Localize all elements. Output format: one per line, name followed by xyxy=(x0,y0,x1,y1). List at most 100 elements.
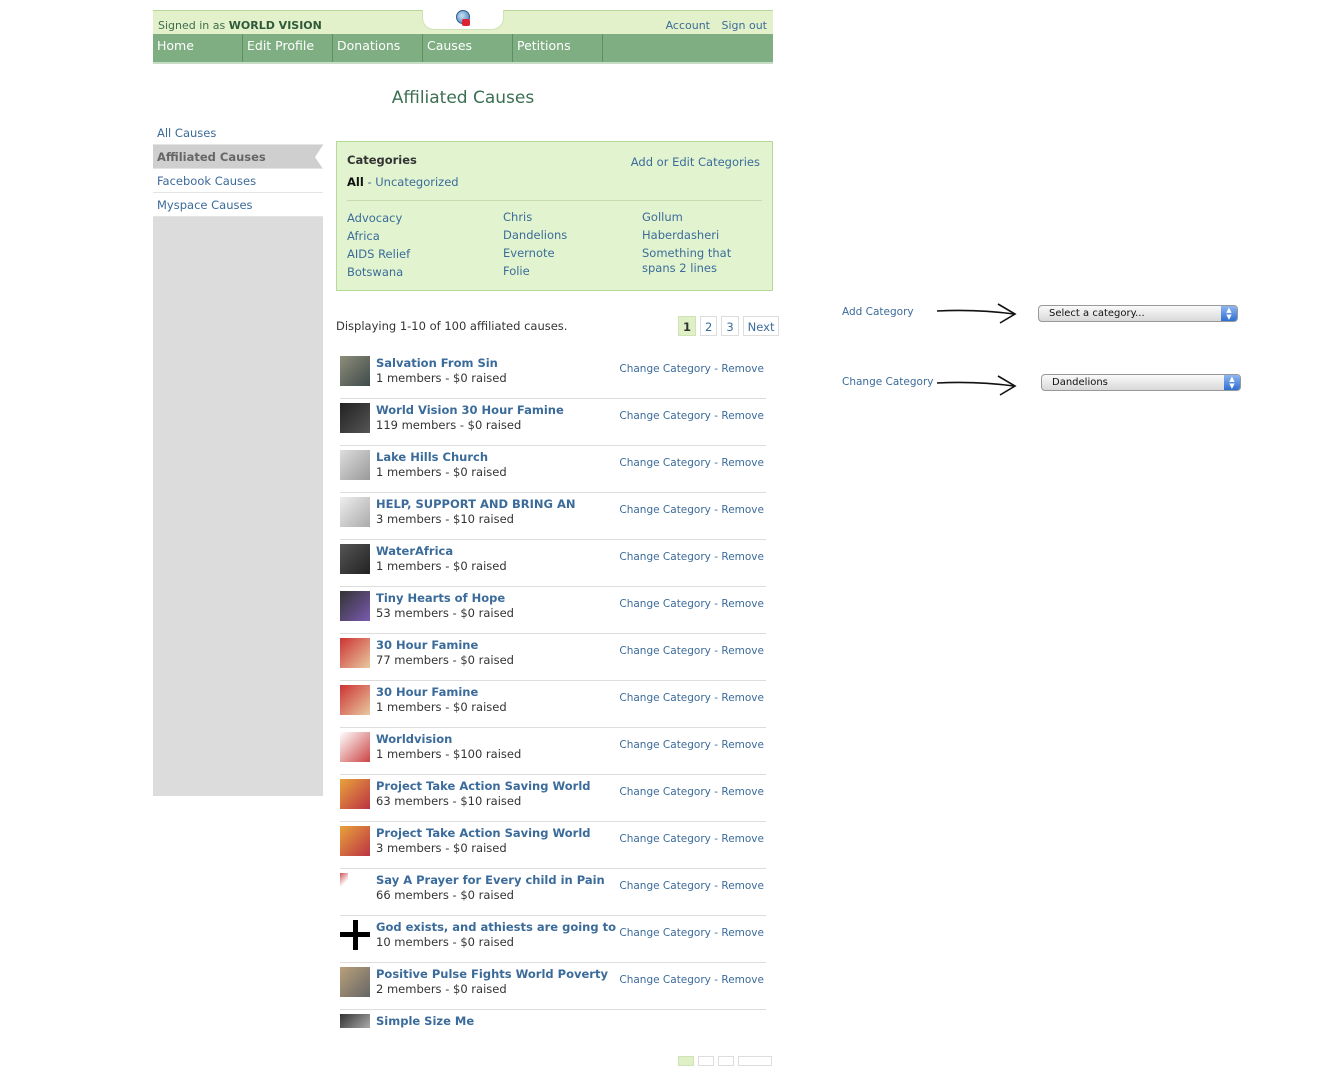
category-link[interactable]: Haberdasheri xyxy=(642,228,767,246)
change-category-link[interactable]: Change Category xyxy=(619,927,711,939)
cause-title-link[interactable]: Simple Size Me xyxy=(376,1014,474,1028)
page-3[interactable]: 3 xyxy=(721,316,739,336)
cause-title-link[interactable]: HELP, SUPPORT AND BRING AN xyxy=(376,497,576,511)
remove-link[interactable]: Remove xyxy=(721,504,764,516)
category-link[interactable]: Botswana xyxy=(347,265,410,283)
remove-link[interactable]: Remove xyxy=(721,927,764,939)
change-category-link[interactable]: Change Category xyxy=(619,410,711,422)
cause-title-link[interactable]: WaterAfrica xyxy=(376,544,453,558)
page-2-bottom[interactable] xyxy=(698,1056,714,1066)
remove-link[interactable]: Remove xyxy=(721,739,764,751)
remove-link[interactable]: Remove xyxy=(721,410,764,422)
category-link[interactable]: Africa xyxy=(347,229,410,247)
category-link[interactable]: Gollum xyxy=(642,210,767,228)
change-category-link[interactable]: Change Category xyxy=(619,692,711,704)
cause-title-link[interactable]: Tiny Hearts of Hope xyxy=(376,591,505,605)
separator: - xyxy=(710,551,722,563)
change-category-select[interactable]: Dandelions ▲ ▼ xyxy=(1041,374,1241,391)
remove-link[interactable]: Remove xyxy=(721,833,764,845)
sidebar-item-affiliated-causes[interactable]: Affiliated Causes xyxy=(153,145,323,169)
category-all[interactable]: All xyxy=(347,175,364,189)
list-item: Say A Prayer for Every child in Pain 66 m… xyxy=(340,869,766,916)
sidebar-item-all-causes[interactable]: All Causes xyxy=(153,121,323,145)
nav-donations[interactable]: Donations xyxy=(333,34,423,62)
remove-link[interactable]: Remove xyxy=(721,598,764,610)
category-uncategorized[interactable]: - Uncategorized xyxy=(367,175,458,189)
cause-title-link[interactable]: Lake Hills Church xyxy=(376,450,488,464)
cause-thumbnail[interactable] xyxy=(340,920,370,950)
change-category-link[interactable]: Change Category xyxy=(619,739,711,751)
remove-link[interactable]: Remove xyxy=(721,974,764,986)
add-edit-categories-link[interactable]: Add or Edit Categories xyxy=(631,155,760,169)
cause-title-link[interactable]: Say A Prayer for Every child in Pain xyxy=(376,873,605,887)
remove-link[interactable]: Remove xyxy=(721,786,764,798)
page-1-bottom[interactable] xyxy=(678,1056,694,1066)
cause-thumbnail[interactable] xyxy=(340,450,370,480)
page-2[interactable]: 2 xyxy=(700,316,718,336)
page-next-bottom[interactable] xyxy=(738,1056,772,1066)
signed-in-prefix: Signed in as xyxy=(158,19,226,32)
cause-thumbnail[interactable] xyxy=(340,638,370,668)
separator: - xyxy=(710,786,722,798)
cause-thumbnail[interactable] xyxy=(340,1014,370,1028)
nav-home[interactable]: Home xyxy=(153,34,243,62)
nav-petitions[interactable]: Petitions xyxy=(513,34,603,62)
separator: - xyxy=(710,504,722,516)
cause-thumbnail[interactable] xyxy=(340,826,370,856)
remove-link[interactable]: Remove xyxy=(721,692,764,704)
change-category-link[interactable]: Change Category xyxy=(619,598,711,610)
sidebar-item-facebook-causes[interactable]: Facebook Causes xyxy=(153,169,323,193)
category-link[interactable]: Folie xyxy=(503,264,567,282)
category-link[interactable]: Something that spans 2 lines xyxy=(642,246,767,276)
change-category-link[interactable]: Change Category xyxy=(619,880,711,892)
change-category-link[interactable]: Change Category xyxy=(619,833,711,845)
cause-thumbnail[interactable] xyxy=(340,779,370,809)
cause-title-link[interactable]: Project Take Action Saving World xyxy=(376,826,591,840)
page-next[interactable]: Next xyxy=(742,316,780,336)
cause-title-link[interactable]: Positive Pulse Fights World Poverty xyxy=(376,967,608,981)
category-link[interactable]: Evernote xyxy=(503,246,567,264)
signed-in-text: Signed in as WORLD VISION xyxy=(158,19,322,32)
cause-title-link[interactable]: Worldvision xyxy=(376,732,452,746)
cause-thumbnail[interactable] xyxy=(340,967,370,997)
cause-thumbnail[interactable] xyxy=(340,591,370,621)
cause-title-link[interactable]: Project Take Action Saving World xyxy=(376,779,591,793)
remove-link[interactable]: Remove xyxy=(721,363,764,375)
cause-title-link[interactable]: Salvation From Sin xyxy=(376,356,498,370)
remove-link[interactable]: Remove xyxy=(721,645,764,657)
cause-thumbnail[interactable] xyxy=(340,873,348,903)
cause-title-link[interactable]: God exists, and athiests are going to xyxy=(376,920,616,934)
change-category-link[interactable]: Change Category xyxy=(619,551,711,563)
change-category-link[interactable]: Change Category xyxy=(619,363,711,375)
nav-causes[interactable]: Causes xyxy=(423,34,513,62)
change-category-link[interactable]: Change Category xyxy=(619,786,711,798)
change-category-link[interactable]: Change Category xyxy=(619,974,711,986)
category-link[interactable]: Chris xyxy=(503,210,567,228)
add-category-select[interactable]: Select a category... ▲ ▼ xyxy=(1038,305,1238,322)
sign-out-link[interactable]: Sign out xyxy=(721,19,767,32)
page-1[interactable]: 1 xyxy=(678,316,697,336)
sidebar-item-myspace-causes[interactable]: Myspace Causes xyxy=(153,193,323,217)
page-3-bottom[interactable] xyxy=(718,1056,734,1066)
change-category-link[interactable]: Change Category xyxy=(619,645,711,657)
change-category-link[interactable]: Change Category xyxy=(619,504,711,516)
cause-title-link[interactable]: 30 Hour Famine xyxy=(376,685,478,699)
category-link[interactable]: Dandelions xyxy=(503,228,567,246)
cause-thumbnail[interactable] xyxy=(340,685,370,715)
separator: - xyxy=(710,598,722,610)
change-category-link[interactable]: Change Category xyxy=(619,457,711,469)
category-link[interactable]: AIDS Relief xyxy=(347,247,410,265)
remove-link[interactable]: Remove xyxy=(721,880,764,892)
cause-thumbnail[interactable] xyxy=(340,732,370,762)
cause-title-link[interactable]: 30 Hour Famine xyxy=(376,638,478,652)
cause-thumbnail[interactable] xyxy=(340,403,370,433)
cause-title-link[interactable]: World Vision 30 Hour Famine xyxy=(376,403,564,417)
cause-thumbnail[interactable] xyxy=(340,544,370,574)
category-link[interactable]: Advocacy xyxy=(347,211,410,229)
remove-link[interactable]: Remove xyxy=(721,551,764,563)
account-link[interactable]: Account xyxy=(666,19,710,32)
cause-thumbnail[interactable] xyxy=(340,356,370,386)
cause-thumbnail[interactable] xyxy=(340,497,370,527)
nav-edit-profile[interactable]: Edit Profile xyxy=(243,34,333,62)
remove-link[interactable]: Remove xyxy=(721,457,764,469)
